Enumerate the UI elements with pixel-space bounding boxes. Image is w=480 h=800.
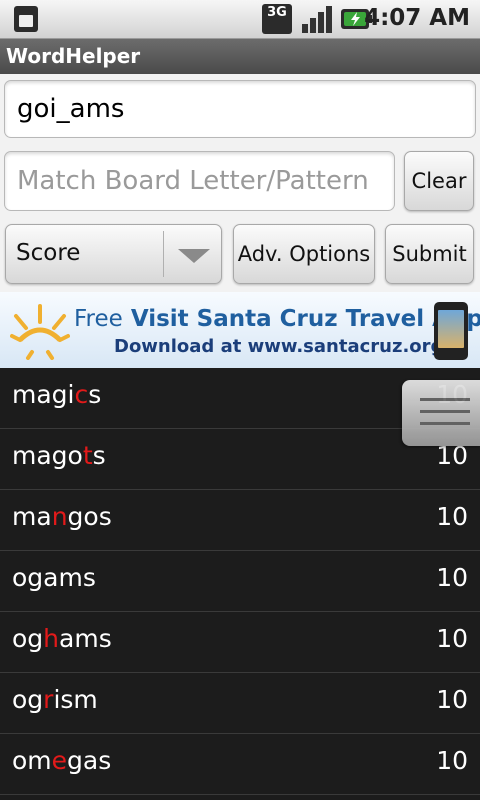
word-text: magots [12, 441, 106, 470]
word-score: 10 [436, 624, 468, 653]
phone-icon [434, 302, 468, 360]
word-prefix: og [12, 624, 44, 653]
clear-button[interactable]: Clear [404, 151, 474, 211]
list-item[interactable]: ogrism 10 [0, 673, 480, 734]
sim-icon [14, 6, 38, 32]
banner-free-label: Free [74, 306, 123, 332]
submit-button[interactable]: Submit [385, 224, 474, 284]
status-time: 4:07 AM [364, 5, 470, 31]
word-suffix: gos [67, 502, 112, 531]
3g-icon: 3G [262, 4, 292, 34]
sort-select-value: Score [16, 240, 81, 266]
word-suffix: gas [67, 746, 112, 775]
chevron-down-icon [178, 249, 210, 263]
word-prefix: ogams [12, 563, 96, 592]
sort-select-divider [163, 231, 164, 277]
word-highlight-letter: h [43, 624, 60, 653]
word-text: mangos [12, 502, 112, 531]
banner-headline-text: Visit Santa Cruz Travel App [130, 306, 480, 332]
banner-headline: Free Visit Santa Cruz Travel App [74, 306, 480, 332]
list-item[interactable]: omegas 10 [0, 734, 480, 795]
word-prefix: mago [12, 441, 83, 470]
sort-select[interactable]: Score [5, 224, 222, 284]
adv-options-label: Adv. Options [237, 242, 371, 266]
letters-input-value: goi_ams [17, 94, 125, 124]
word-text: ogrism [12, 685, 98, 714]
adv-options-button[interactable]: Adv. Options [233, 224, 375, 284]
word-text: ogams [12, 563, 96, 592]
submit-button-label: Submit [392, 242, 467, 266]
word-highlight-letter: c [74, 380, 89, 409]
word-prefix: magi [12, 380, 75, 409]
word-score: 10 [436, 685, 468, 714]
word-text: oghams [12, 624, 112, 653]
word-prefix: og [12, 685, 44, 714]
sun-icon [10, 304, 70, 360]
banner-ad[interactable]: Free Visit Santa Cruz Travel App Downloa… [0, 292, 480, 368]
word-score: 10 [436, 502, 468, 531]
list-item[interactable]: mangos 10 [0, 490, 480, 551]
signal-icon [302, 6, 332, 33]
word-highlight-letter: e [51, 746, 68, 775]
word-text: omegas [12, 746, 111, 775]
network-label: 3G [267, 5, 287, 20]
word-suffix: ams [59, 624, 112, 653]
pattern-input-placeholder: Match Board Letter/Pattern [17, 166, 369, 196]
letters-input[interactable]: goi_ams [4, 80, 476, 138]
grip-line [420, 410, 470, 413]
banner-subline: Download at www.santacruz.org [114, 336, 444, 357]
list-item[interactable]: oghams 10 [0, 612, 480, 673]
grip-line [420, 422, 470, 425]
word-text: magics [12, 380, 101, 409]
status-bar: 3G 4:07 AM [0, 0, 480, 39]
word-suffix: s [88, 380, 102, 409]
fast-scroll-handle[interactable] [402, 380, 480, 446]
clear-button-label: Clear [411, 169, 467, 193]
grip-line [420, 398, 470, 401]
word-highlight-letter: r [43, 685, 54, 714]
title-bar: WordHelper [0, 39, 480, 74]
word-highlight-letter: n [51, 502, 68, 531]
word-prefix: ma [12, 502, 52, 531]
list-item[interactable]: ogams 10 [0, 551, 480, 612]
pattern-input[interactable]: Match Board Letter/Pattern [4, 151, 395, 211]
word-score: 10 [436, 563, 468, 592]
word-suffix: s [92, 441, 106, 470]
word-score: 10 [436, 746, 468, 775]
word-highlight-letter: t [82, 441, 93, 470]
word-suffix: ism [53, 685, 98, 714]
app-title: WordHelper [6, 44, 141, 68]
word-prefix: om [12, 746, 52, 775]
